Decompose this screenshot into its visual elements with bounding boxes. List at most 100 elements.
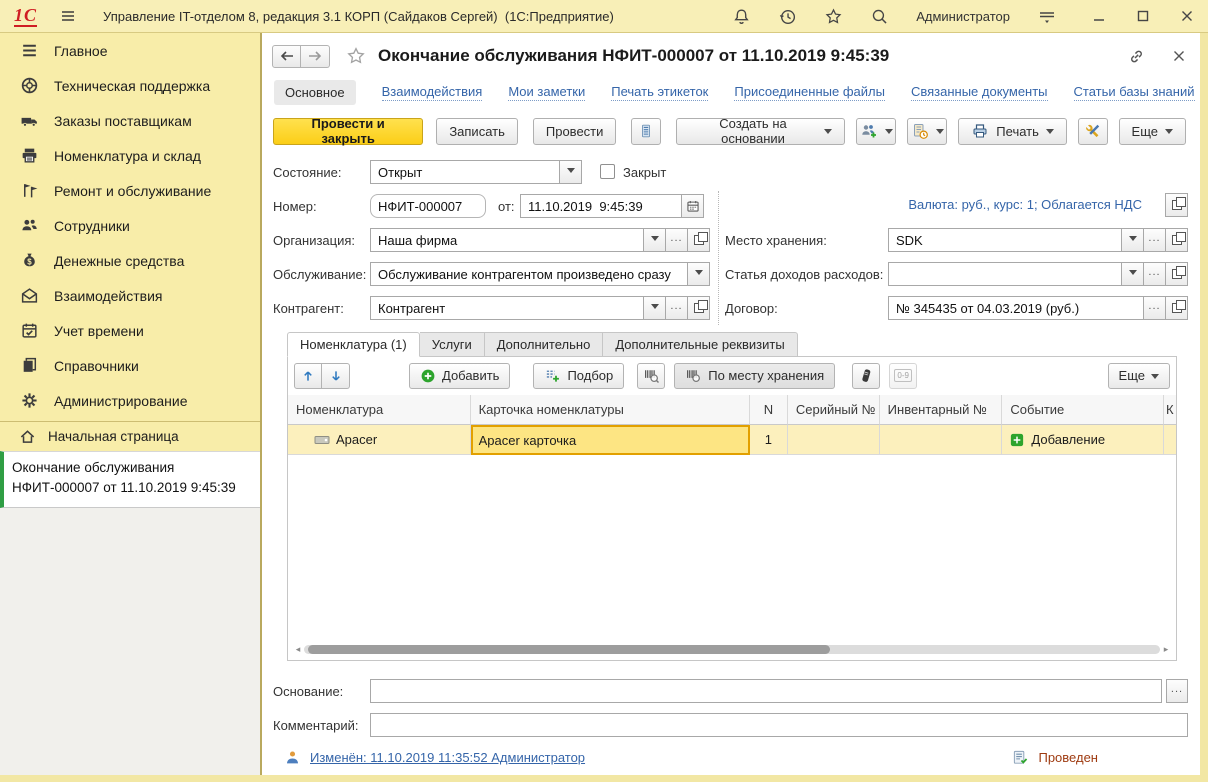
move-up-button[interactable] xyxy=(294,363,322,389)
cell-nomenclature[interactable]: Apacer xyxy=(288,425,471,455)
contract-choose-button[interactable] xyxy=(1144,296,1166,320)
create-based-on-button[interactable]: Создать на основании xyxy=(676,118,845,145)
scrollbar-track[interactable] xyxy=(304,645,1160,654)
add-row-button[interactable]: Добавить xyxy=(409,363,510,389)
counterparty-dropdown-button[interactable] xyxy=(644,296,666,320)
quantity-input-button[interactable] xyxy=(889,363,917,389)
by-storage-button[interactable]: По месту хранения xyxy=(674,363,835,389)
nav-back-button[interactable] xyxy=(272,45,301,68)
basis-choose-button[interactable] xyxy=(1166,679,1188,703)
column-header-inventory[interactable]: Инвентарный № xyxy=(880,395,1003,425)
grid-tab-additional[interactable]: Дополнительно xyxy=(485,332,604,357)
expense-item-combobox[interactable] xyxy=(888,262,1188,286)
scanner-button[interactable] xyxy=(852,363,880,389)
cell-serial[interactable] xyxy=(788,425,880,455)
scroll-right-arrow[interactable] xyxy=(1160,643,1172,656)
expense-choose-button[interactable] xyxy=(1144,262,1166,286)
comment-value[interactable] xyxy=(370,713,1188,737)
expense-dropdown-button[interactable] xyxy=(1122,262,1144,286)
grid-tab-nomenclature[interactable]: Номенклатура (1) xyxy=(287,332,420,357)
favorites-button[interactable] xyxy=(824,7,843,26)
close-document-button[interactable] xyxy=(1172,49,1186,63)
sidebar-item-employees[interactable]: Сотрудники xyxy=(0,208,260,243)
tab-main[interactable]: Основное xyxy=(274,80,356,105)
barcode-search-button[interactable] xyxy=(637,363,665,389)
move-down-button[interactable] xyxy=(322,363,350,389)
home-page-button[interactable]: Начальная страница xyxy=(0,421,260,451)
expense-item-value[interactable] xyxy=(888,262,1122,286)
scroll-left-arrow[interactable] xyxy=(292,643,304,656)
number-field[interactable]: НФИТ-000007 xyxy=(370,194,486,218)
print-button[interactable]: Печать xyxy=(958,118,1067,145)
column-header-n[interactable]: N xyxy=(750,395,788,425)
panel-settings-button[interactable] xyxy=(1037,7,1057,25)
organization-choose-button[interactable] xyxy=(666,228,688,252)
tab-print-labels[interactable]: Печать этикеток xyxy=(611,84,708,101)
storage-open-button[interactable] xyxy=(1166,228,1188,252)
tab-related-documents[interactable]: Связанные документы xyxy=(911,84,1048,101)
sidebar-item-time-tracking[interactable]: Учет времени xyxy=(0,313,260,348)
create-reminder-button[interactable] xyxy=(907,118,947,145)
grid-more-button[interactable]: Еще xyxy=(1108,363,1170,389)
currency-open-button-inner[interactable] xyxy=(1165,193,1188,217)
cell-event[interactable]: Добавление xyxy=(1002,425,1164,455)
nav-forward-button[interactable] xyxy=(301,45,330,68)
search-button[interactable] xyxy=(870,7,889,26)
service-tools-button[interactable] xyxy=(1078,118,1108,145)
storage-combobox[interactable]: SDK xyxy=(888,228,1188,252)
register-records-button[interactable] xyxy=(631,118,661,145)
grid-tab-additional-attrs[interactable]: Дополнительные реквизиты xyxy=(603,332,797,357)
storage-choose-button[interactable] xyxy=(1144,228,1166,252)
sidebar-item-administration[interactable]: Администрирование xyxy=(0,383,260,418)
service-dropdown-button[interactable] xyxy=(688,262,710,286)
counterparty-value[interactable]: Контрагент xyxy=(370,296,644,320)
cell-k[interactable] xyxy=(1164,425,1176,455)
tab-my-notes[interactable]: Мои заметки xyxy=(508,84,585,101)
scrollbar-thumb[interactable] xyxy=(308,645,830,654)
sidebar-item-interactions[interactable]: Взаимодействия xyxy=(0,278,260,313)
minimize-button[interactable] xyxy=(1092,9,1106,23)
organization-open-button[interactable] xyxy=(688,228,710,252)
favorite-toggle[interactable] xyxy=(346,46,366,66)
column-header-nomenclature[interactable]: Номенклатура xyxy=(288,395,471,425)
sidebar-item-main[interactable]: Главное xyxy=(0,33,260,68)
modified-link[interactable]: Изменён: 11.10.2019 11:35:52 Администрат… xyxy=(310,750,585,765)
column-header-k[interactable]: К xyxy=(1164,395,1176,425)
table-row[interactable]: Apacer Apacer карточка 1 Добавление xyxy=(288,425,1176,455)
state-dropdown-button[interactable] xyxy=(560,160,582,184)
assign-task-button[interactable] xyxy=(856,118,896,145)
pick-button[interactable]: Подбор xyxy=(533,363,624,389)
closed-checkbox[interactable] xyxy=(600,164,615,179)
more-commands-button[interactable]: Еще xyxy=(1119,118,1186,145)
tab-interactions[interactable]: Взаимодействия xyxy=(382,84,483,101)
counterparty-choose-button[interactable] xyxy=(666,296,688,320)
tab-attached-files[interactable]: Присоединенные файлы xyxy=(734,84,885,101)
contract-open-button[interactable] xyxy=(1166,296,1188,320)
cell-inventory[interactable] xyxy=(880,425,1003,455)
contract-field[interactable]: № 345435 от 04.03.2019 (руб.) xyxy=(888,296,1188,320)
close-button[interactable] xyxy=(1180,9,1194,23)
cell-card-selected[interactable]: Apacer карточка xyxy=(471,425,750,455)
currency-open-button[interactable] xyxy=(1165,193,1188,217)
basis-value[interactable] xyxy=(370,679,1162,703)
current-user[interactable]: Администратор xyxy=(916,9,1010,24)
organization-value[interactable]: Наша фирма xyxy=(370,228,644,252)
open-window-item[interactable]: Окончание обслуживания НФИТ-000007 от 11… xyxy=(0,451,260,508)
get-link-button[interactable] xyxy=(1127,47,1146,66)
organization-dropdown-button[interactable] xyxy=(644,228,666,252)
column-header-serial[interactable]: Серийный № xyxy=(788,395,880,425)
basis-field[interactable] xyxy=(370,679,1162,703)
sidebar-item-repair-service[interactable]: Ремонт и обслуживание xyxy=(0,173,260,208)
number-value[interactable]: НФИТ-000007 xyxy=(370,194,486,218)
post-button[interactable]: Провести xyxy=(533,118,617,145)
state-value[interactable]: Открыт xyxy=(370,160,560,184)
comment-field[interactable] xyxy=(370,713,1188,737)
sidebar-item-money[interactable]: $ Денежные средства xyxy=(0,243,260,278)
sidebar-item-warehouse[interactable]: Номенклатура и склад xyxy=(0,138,260,173)
maximize-button[interactable] xyxy=(1136,9,1150,23)
main-menu-button[interactable] xyxy=(59,7,77,25)
storage-value[interactable]: SDK xyxy=(888,228,1122,252)
sidebar-item-references[interactable]: Справочники xyxy=(0,348,260,383)
cell-n[interactable]: 1 xyxy=(750,425,788,455)
sidebar-item-tech-support[interactable]: Техническая поддержка xyxy=(0,68,260,103)
